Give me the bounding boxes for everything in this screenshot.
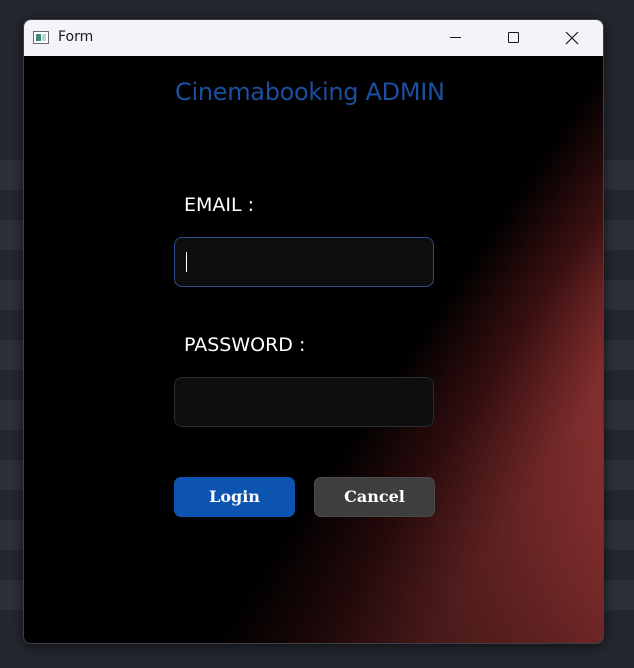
email-label: EMAIL : [184,194,255,216]
page-title: Cinemabooking ADMIN [175,78,445,106]
maximize-button[interactable] [485,20,543,56]
title-bar[interactable]: Form [24,20,603,56]
close-button[interactable] [543,20,601,56]
window-title: Form [58,29,94,45]
maximize-icon [508,32,519,43]
text-cursor [186,252,187,272]
password-field[interactable] [174,377,434,427]
login-form-area: Cinemabooking ADMIN EMAIL : PASSWORD : L… [24,56,603,643]
login-button[interactable]: Login [174,477,295,517]
email-field[interactable] [174,237,434,287]
form-app-icon [33,31,49,44]
cancel-button[interactable]: Cancel [314,477,435,517]
minimize-icon [450,37,461,38]
password-label: PASSWORD : [184,334,306,356]
form-window: Form Cinemabooking ADMIN EMAIL : PASSWOR… [23,19,604,644]
minimize-button[interactable] [427,20,485,56]
close-icon [565,31,579,45]
